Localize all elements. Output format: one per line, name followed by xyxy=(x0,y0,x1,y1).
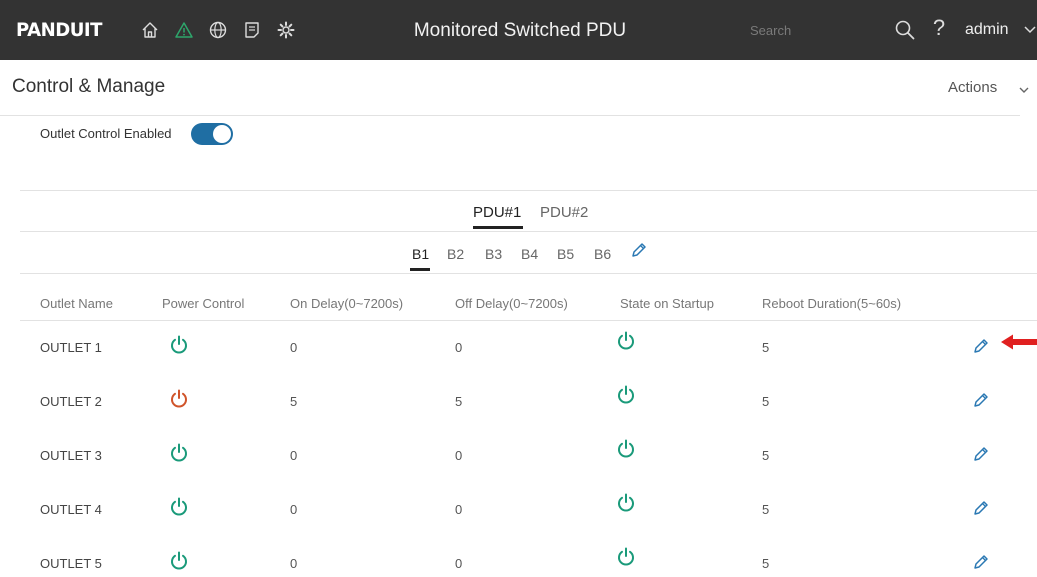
outlet-name: OUTLET 1 xyxy=(40,340,102,355)
active-tab-indicator xyxy=(410,268,430,271)
user-menu[interactable]: admin xyxy=(965,21,1009,39)
divider xyxy=(20,320,1037,321)
tab-bank-b3[interactable]: B3 xyxy=(485,246,502,262)
app-title: Monitored Switched PDU xyxy=(413,20,627,41)
toggle-knob xyxy=(213,125,231,143)
nav-icons xyxy=(138,18,298,42)
power-control-icon[interactable] xyxy=(168,496,190,518)
off-delay-value: 0 xyxy=(455,448,463,463)
outlet-name: OUTLET 2 xyxy=(40,394,102,409)
power-control-icon[interactable] xyxy=(168,550,190,572)
divider xyxy=(20,190,1037,191)
search-input[interactable] xyxy=(742,14,894,46)
tab-bank-b1[interactable]: B1 xyxy=(412,246,429,262)
tab-pdu1[interactable]: PDU#1 xyxy=(473,204,521,221)
column-header: Power Control xyxy=(162,296,245,311)
actions-menu[interactable]: Actions xyxy=(948,79,997,96)
startup-state-icon xyxy=(615,492,637,514)
chevron-down-icon[interactable] xyxy=(1023,22,1037,36)
on-delay-value: 0 xyxy=(290,340,298,355)
globe-icon[interactable] xyxy=(206,18,230,42)
reboot-duration-value: 5 xyxy=(762,556,770,571)
column-header: State on Startup xyxy=(620,296,714,311)
page-title: Control & Manage xyxy=(12,76,166,97)
column-header: On Delay(0~7200s) xyxy=(290,296,404,311)
off-delay-value: 5 xyxy=(455,394,463,409)
active-tab-indicator xyxy=(473,226,523,229)
column-header: Outlet Name xyxy=(40,296,113,311)
tab-bank-b5[interactable]: B5 xyxy=(557,246,574,262)
on-delay-value: 0 xyxy=(290,556,298,571)
off-delay-value: 0 xyxy=(455,502,463,517)
column-header: Reboot Duration(5~60s) xyxy=(762,296,902,311)
power-control-icon[interactable] xyxy=(168,388,190,410)
outlet-control-label: Outlet Control Enabled xyxy=(40,126,172,141)
outlet-name: OUTLET 3 xyxy=(40,448,102,463)
document-icon[interactable] xyxy=(240,18,264,42)
divider xyxy=(0,115,1020,116)
divider xyxy=(20,231,1037,232)
annotation-arrow xyxy=(1001,334,1037,350)
edit-outlet-pencil-icon[interactable] xyxy=(971,390,991,410)
outlet-name: OUTLET 5 xyxy=(40,556,102,571)
tab-bank-b4[interactable]: B4 xyxy=(521,246,538,262)
edit-outlet-pencil-icon[interactable] xyxy=(971,552,991,572)
reboot-duration-value: 5 xyxy=(762,340,770,355)
reboot-duration-value: 5 xyxy=(762,502,770,517)
panduit-logo[interactable]: PANDUIT xyxy=(16,19,102,41)
on-delay-value: 5 xyxy=(290,394,298,409)
alarm-warning-icon[interactable] xyxy=(172,18,196,42)
divider xyxy=(20,273,1037,274)
edit-outlet-pencil-icon[interactable] xyxy=(971,336,991,356)
column-header: Off Delay(0~7200s) xyxy=(455,296,568,311)
reboot-duration-value: 5 xyxy=(762,448,770,463)
on-delay-value: 0 xyxy=(290,448,298,463)
edit-outlet-pencil-icon[interactable] xyxy=(971,498,991,518)
off-delay-value: 0 xyxy=(455,556,463,571)
power-control-icon[interactable] xyxy=(168,334,190,356)
on-delay-value: 0 xyxy=(290,502,298,517)
home-icon[interactable] xyxy=(138,18,162,42)
top-bar: PANDUIT Monitored Switched PDU ? admin xyxy=(0,0,1037,60)
help-icon[interactable]: ? xyxy=(930,15,948,41)
edit-outlet-pencil-icon[interactable] xyxy=(971,444,991,464)
startup-state-icon xyxy=(615,546,637,568)
chevron-down-icon[interactable] xyxy=(1018,83,1030,95)
outlet-control-toggle[interactable] xyxy=(191,123,233,145)
startup-state-icon xyxy=(615,330,637,352)
off-delay-value: 0 xyxy=(455,340,463,355)
power-control-icon[interactable] xyxy=(168,442,190,464)
reboot-duration-value: 5 xyxy=(762,394,770,409)
settings-gear-icon[interactable] xyxy=(274,18,298,42)
tab-bank-b2[interactable]: B2 xyxy=(447,246,464,262)
tab-pdu2[interactable]: PDU#2 xyxy=(540,204,588,221)
startup-state-icon xyxy=(615,384,637,406)
outlet-name: OUTLET 4 xyxy=(40,502,102,517)
search-icon[interactable] xyxy=(894,19,916,41)
startup-state-icon xyxy=(615,438,637,460)
edit-pencil-icon[interactable] xyxy=(629,240,649,260)
tab-bank-b6[interactable]: B6 xyxy=(594,246,611,262)
